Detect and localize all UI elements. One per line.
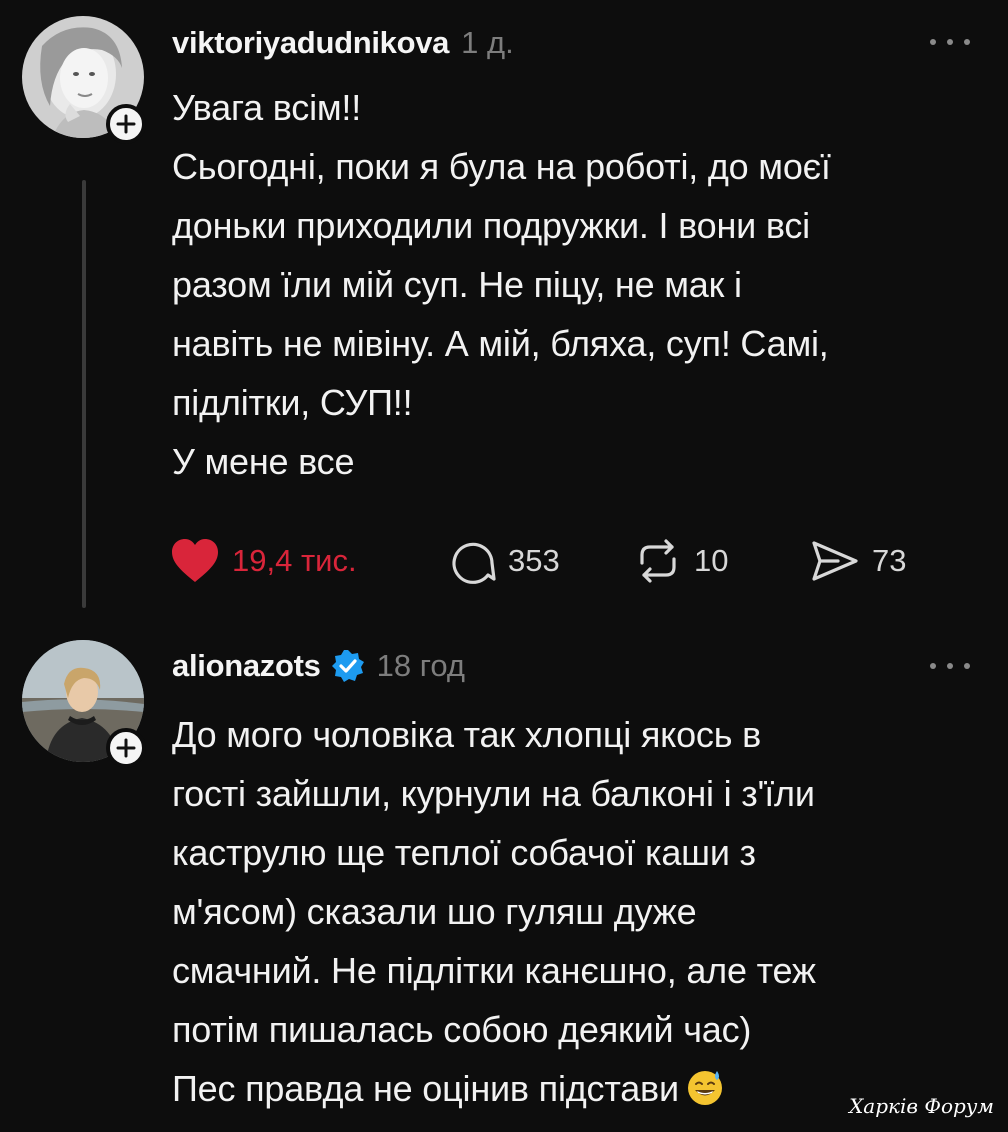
follow-button[interactable] — [106, 728, 146, 768]
more-icon[interactable] — [930, 656, 970, 676]
plus-icon — [116, 738, 136, 758]
post-time: 18 год — [376, 648, 465, 683]
watermark: Харків Форум — [849, 1094, 994, 1118]
post-header: alionazots 18 год — [172, 643, 465, 689]
username[interactable]: viktoriyadudnikova — [172, 25, 449, 61]
post-text-line: разом їли мій суп. Не піцу, не мак і — [172, 264, 742, 305]
share-icon — [812, 541, 858, 581]
post-text-line: потім пишалась собою деякий час) — [172, 1009, 752, 1050]
post-text-line: каструлю ще теплої собачої каши з — [172, 832, 756, 873]
post-text-line: підлітки, СУП!! — [172, 382, 413, 423]
post-actions: 19,4 тис. 353 10 73 — [170, 534, 930, 588]
plus-icon — [116, 114, 136, 134]
post-text-line: м'ясом) сказали шо гуляш дуже — [172, 891, 697, 932]
share-count: 73 — [872, 543, 907, 578]
username[interactable]: alionazots — [172, 648, 321, 684]
repost-icon — [640, 539, 676, 583]
post-header: viktoriyadudnikova 1 д. — [172, 20, 514, 66]
post-text-line: навіть не мівіну. А мій, бляха, суп! Сам… — [172, 323, 829, 364]
comment-icon — [452, 542, 496, 584]
post-text-line: Пес правда не оцінив підстави — [172, 1068, 679, 1109]
sweat-smile-emoji-icon — [687, 1071, 722, 1105]
like-button[interactable]: 19,4 тис. — [170, 534, 357, 588]
thread-post-2: alionazots 18 год До мого чоловіка так х… — [0, 618, 1008, 1132]
thread-connector-line — [82, 180, 86, 608]
post-text-line: гості зайшли, курнули на балконі і з'їли — [172, 773, 815, 814]
repost-count: 10 — [694, 543, 729, 578]
more-icon[interactable] — [930, 32, 970, 52]
comment-count: 353 — [508, 543, 560, 578]
post-text-line: смачний. Не підлітки канєшно, але теж — [172, 950, 816, 991]
comment-button[interactable]: 353 — [448, 534, 560, 588]
post-text-line: Сьогодні, поки я була на роботі, до моєї — [172, 146, 831, 187]
verified-badge-icon — [331, 649, 365, 683]
post-text: Увага всім!! Сьогодні, поки я була на ро… — [172, 78, 972, 491]
thread-post-1: viktoriyadudnikova 1 д. Увага всім!! Сьо… — [0, 0, 1008, 618]
post-time: 1 д. — [461, 25, 514, 60]
repost-button[interactable]: 10 — [634, 534, 728, 588]
post-text-line: Увага всім!! — [172, 87, 362, 128]
post-text-line: доньки приходили подружки. І вони всі — [172, 205, 810, 246]
post-text-line: У мене все — [172, 441, 355, 482]
like-count: 19,4 тис. — [232, 543, 357, 578]
share-button[interactable]: 73 — [810, 534, 906, 588]
heart-icon — [172, 539, 218, 582]
post-text: До мого чоловіка так хлопці якось в гост… — [172, 705, 972, 1118]
post-text-line: До мого чоловіка так хлопці якось в — [172, 714, 762, 755]
follow-button[interactable] — [106, 104, 146, 144]
